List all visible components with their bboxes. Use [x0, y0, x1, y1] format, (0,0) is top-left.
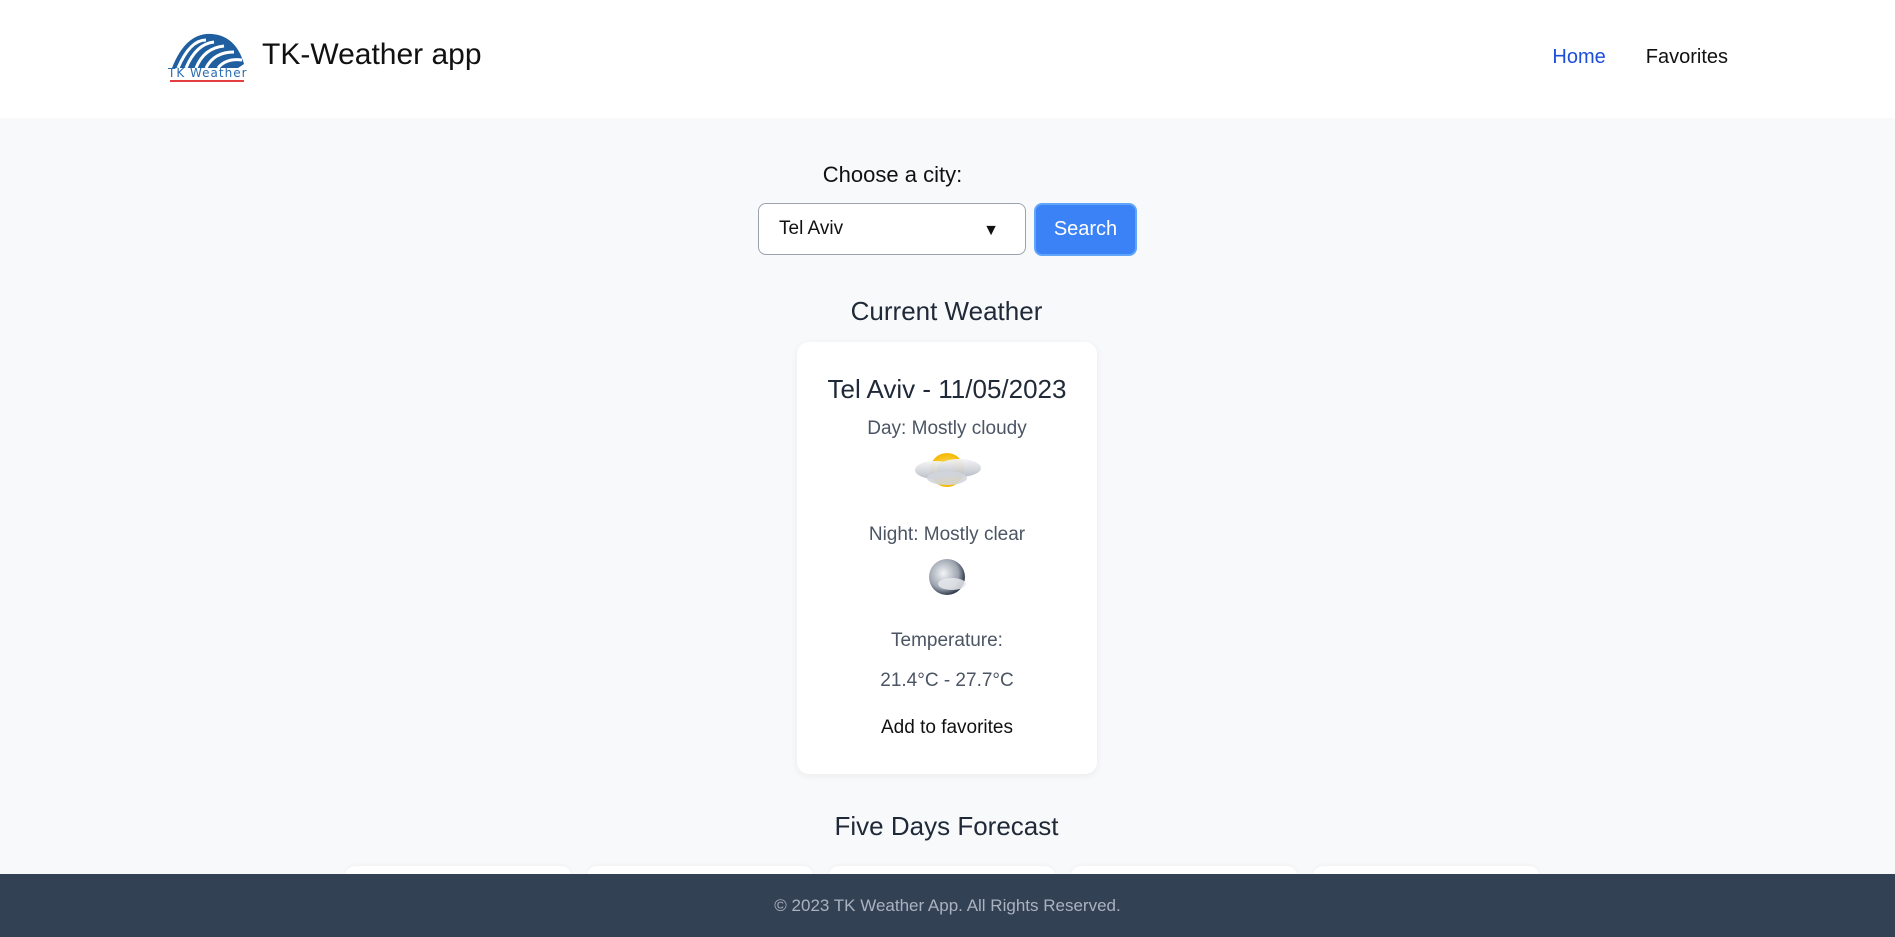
- mostly-clear-night-icon: [929, 559, 966, 595]
- logo-underline: [170, 80, 244, 82]
- city-date-heading: Tel Aviv - 11/05/2023: [827, 374, 1067, 404]
- current-weather-title: Current Weather: [850, 296, 1043, 326]
- night-condition: Night: Mostly clear: [868, 524, 1026, 545]
- logo-text: TK Weather: [168, 66, 248, 80]
- app-title: TK-Weather app: [262, 38, 482, 71]
- city-select[interactable]: Tel Aviv ▼: [758, 203, 1026, 255]
- search-button[interactable]: Search: [1034, 203, 1137, 256]
- mostly-cloudy-icon: [915, 453, 981, 487]
- nav-home-link[interactable]: Home: [1552, 46, 1605, 69]
- city-select-value: Tel Aviv: [779, 218, 844, 239]
- choose-city-label: Choose a city:: [822, 162, 963, 187]
- main-nav: Home Favorites: [1552, 46, 1728, 69]
- day-condition: Day: Mostly cloudy: [867, 418, 1027, 439]
- chevron-down-icon: ▼: [983, 222, 999, 239]
- logo[interactable]: TK Weather: [166, 30, 248, 82]
- nav-favorites-link[interactable]: Favorites: [1646, 46, 1728, 69]
- footer: © 2023 TK Weather App. All Rights Reserv…: [0, 874, 1895, 937]
- current-weather-card: Tel Aviv - 11/05/2023 Day: Mostly cloudy…: [797, 342, 1097, 774]
- footer-copyright: © 2023 TK Weather App. All Rights Reserv…: [774, 896, 1121, 915]
- add-to-favorites-button[interactable]: Add to favorites: [867, 712, 1027, 744]
- app-header: TK Weather TK-Weather app Home Favorites: [0, 0, 1895, 118]
- logo-icon: [172, 33, 244, 69]
- temperature-range: 21.4°C - 27.7°C: [880, 670, 1014, 691]
- forecast-title: Five Days Forecast: [834, 811, 1059, 841]
- brand[interactable]: TK Weather: [166, 30, 248, 82]
- temperature-label: Temperature:: [891, 630, 1003, 651]
